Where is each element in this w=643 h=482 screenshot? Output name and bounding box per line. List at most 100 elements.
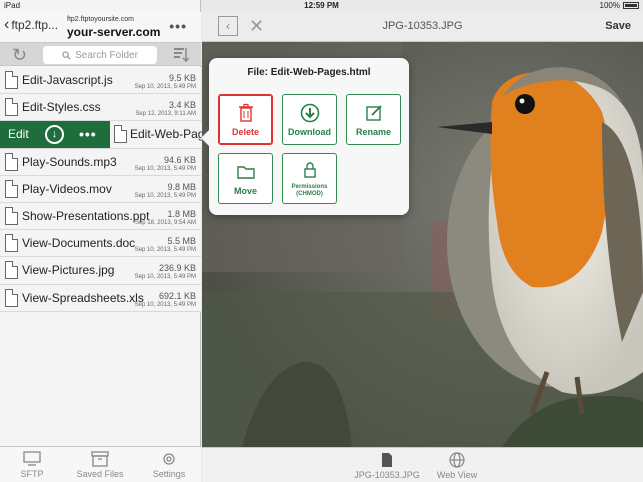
file-size: 692.1 KB <box>158 290 196 301</box>
tab-file[interactable]: JPG-10353.JPG <box>352 452 422 480</box>
file-row[interactable]: View-Pictures.jpg 236.9 KB Sep 10, 2013,… <box>0 257 201 285</box>
tab-label: Web View <box>436 470 478 480</box>
viewer-title: JPG-10353.JPG <box>382 20 463 32</box>
file-name: View-Documents.doc <box>22 236 136 251</box>
file-row[interactable]: Play-Videos.mov 9.8 MB Sep 10, 2013, 5:4… <box>0 175 201 203</box>
file-icon <box>5 179 18 198</box>
tab-saved-files[interactable]: Saved Files <box>70 451 130 479</box>
document-icon <box>382 453 392 467</box>
status-bar: iPad 12:59 PM 100% <box>0 0 643 12</box>
file-size: 3.4 KB <box>168 100 196 111</box>
refresh-icon[interactable]: ↻ <box>12 45 32 65</box>
monitor-icon <box>23 451 41 466</box>
file-list: Edit-Javascript.js 9.5 KB Sep 10, 2013, … <box>0 67 210 312</box>
delete-button[interactable]: Delete <box>218 94 273 145</box>
battery-percent: 100% <box>599 1 620 10</box>
download-icon[interactable]: ↓ <box>45 125 64 145</box>
file-name: Play-Sounds.mp3 <box>22 154 117 169</box>
file-name: View-Spreadsheets.xls <box>22 290 144 305</box>
rename-label: Rename <box>355 127 391 137</box>
file-row[interactable]: View-Documents.doc 5.5 MB Sep 10, 2013, … <box>0 230 201 258</box>
folder-icon <box>236 166 255 179</box>
status-time: 12:59 PM <box>304 1 339 10</box>
search-row: ↻ Search Folder <box>0 42 201 66</box>
more-options-icon[interactable]: ••• <box>169 18 187 34</box>
viewer-toolbar: ‹ ✕ JPG-10353.JPG Save <box>202 12 643 42</box>
file-icon <box>5 206 18 225</box>
left-tab-bar: SFTP Saved Files Settings <box>0 446 201 482</box>
file-size: 5.5 MB <box>167 236 196 247</box>
file-row[interactable]: Edit-Javascript.js 9.5 KB Sep 10, 2013, … <box>0 67 201 95</box>
tab-web-view[interactable]: Web View <box>422 452 492 480</box>
permissions-button[interactable]: Permissions (CHMOD) <box>282 153 337 204</box>
rename-button[interactable]: Rename <box>346 94 401 145</box>
file-name: Show-Presentations.ppt <box>22 208 150 223</box>
file-row-swiped[interactable]: Edit ↓ ••• Edit-Web-Pag <box>0 121 210 149</box>
server-host: ftp2.ftptoyoursite.com <box>67 16 134 23</box>
file-row[interactable]: View-Spreadsheets.xls 692.1 KB Sep 10, 2… <box>0 284 201 312</box>
back-label: ftp2.ftp... <box>11 18 59 32</box>
lock-icon <box>303 162 316 178</box>
sort-icon[interactable] <box>171 46 189 64</box>
file-date: Sep 10, 2013, 5:49 PM <box>134 84 196 90</box>
file-name: Edit-Javascript.js <box>22 73 113 87</box>
tab-settings[interactable]: Settings <box>139 451 199 479</box>
file-row[interactable]: Edit-Styles.css 3.4 KB Sep 12, 2013, 9:1… <box>0 94 201 122</box>
file-name: View-Pictures.jpg <box>22 263 115 278</box>
edit-pencil-icon <box>365 105 382 121</box>
file-date: Sep 10, 2013, 5:49 PM <box>134 247 196 254</box>
file-size: 9.8 MB <box>167 181 196 192</box>
status-right: 100% <box>600 1 639 10</box>
move-label: Move <box>233 186 257 196</box>
search-input[interactable]: Search Folder <box>43 46 157 64</box>
file-name: Edit-Styles.css <box>22 100 101 115</box>
file-date: Sep 10, 2013, 5:49 PM <box>134 192 196 199</box>
search-icon <box>62 50 71 60</box>
battery-icon <box>623 2 639 9</box>
archive-box-icon <box>91 451 109 467</box>
save-button[interactable]: Save <box>605 20 631 32</box>
download-button[interactable]: Download <box>282 94 337 145</box>
permissions-sublabel: (CHMOD) <box>296 191 323 197</box>
tab-label: JPG-10353.JPG <box>354 470 420 480</box>
globe-icon <box>449 452 465 468</box>
viewer-tab-bar: JPG-10353.JPG Web View <box>202 447 643 482</box>
file-name: Edit-Web-Pag <box>130 127 205 142</box>
file-name: Play-Videos.mov <box>22 181 112 196</box>
tab-label: Saved Files <box>76 469 124 479</box>
file-actions-popover: File: Edit-Web-Pages.html Delete Downloa… <box>201 58 409 215</box>
swipe-more-icon[interactable]: ••• <box>79 126 97 142</box>
file-date: Sep 10, 2013, 5:49 PM <box>134 301 196 308</box>
file-icon <box>114 125 127 144</box>
file-date: Sep 10, 2013, 5:49 PM <box>134 274 196 281</box>
chevron-left-icon: ‹ <box>4 16 10 33</box>
file-row[interactable]: Play-Sounds.mp3 94.6 KB Sep 10, 2013, 5:… <box>0 148 201 176</box>
file-date: Sep 12, 2013, 9:11 AM <box>135 111 196 118</box>
move-button[interactable]: Move <box>218 153 273 204</box>
file-row[interactable]: Show-Presentations.ppt 1.8 MB Sep 18, 20… <box>0 202 201 231</box>
search-placeholder: Search Folder <box>75 49 138 61</box>
swiped-file[interactable]: Edit-Web-Pag <box>110 121 210 149</box>
download-circle-icon <box>300 103 319 123</box>
trash-icon <box>238 103 253 122</box>
file-icon <box>5 98 18 117</box>
gear-icon <box>163 453 175 465</box>
file-size: 1.8 MB <box>167 208 196 219</box>
swipe-edit-button[interactable]: Edit <box>8 127 29 141</box>
file-icon <box>5 261 18 280</box>
file-size: 236.9 KB <box>158 263 196 274</box>
file-browser-panel: ‹ ftp2.ftp... ftp2.ftptoyoursite.com you… <box>0 0 210 482</box>
file-icon <box>5 288 18 307</box>
popover-title: File: Edit-Web-Pages.html <box>247 67 371 78</box>
server-name: your-server.com <box>67 25 161 39</box>
tab-sftp[interactable]: SFTP <box>2 451 62 479</box>
file-size: 9.5 KB <box>168 73 196 83</box>
permissions-label: Permissions <box>291 184 328 190</box>
file-date: Sep 10, 2013, 5:49 PM <box>134 165 196 172</box>
back-button[interactable]: ‹ ftp2.ftp... <box>4 16 59 33</box>
download-label: Download <box>288 127 331 137</box>
file-icon <box>5 71 18 89</box>
tab-label: Settings <box>152 469 186 479</box>
file-size: 94.6 KB <box>163 154 196 165</box>
file-icon <box>5 152 18 171</box>
